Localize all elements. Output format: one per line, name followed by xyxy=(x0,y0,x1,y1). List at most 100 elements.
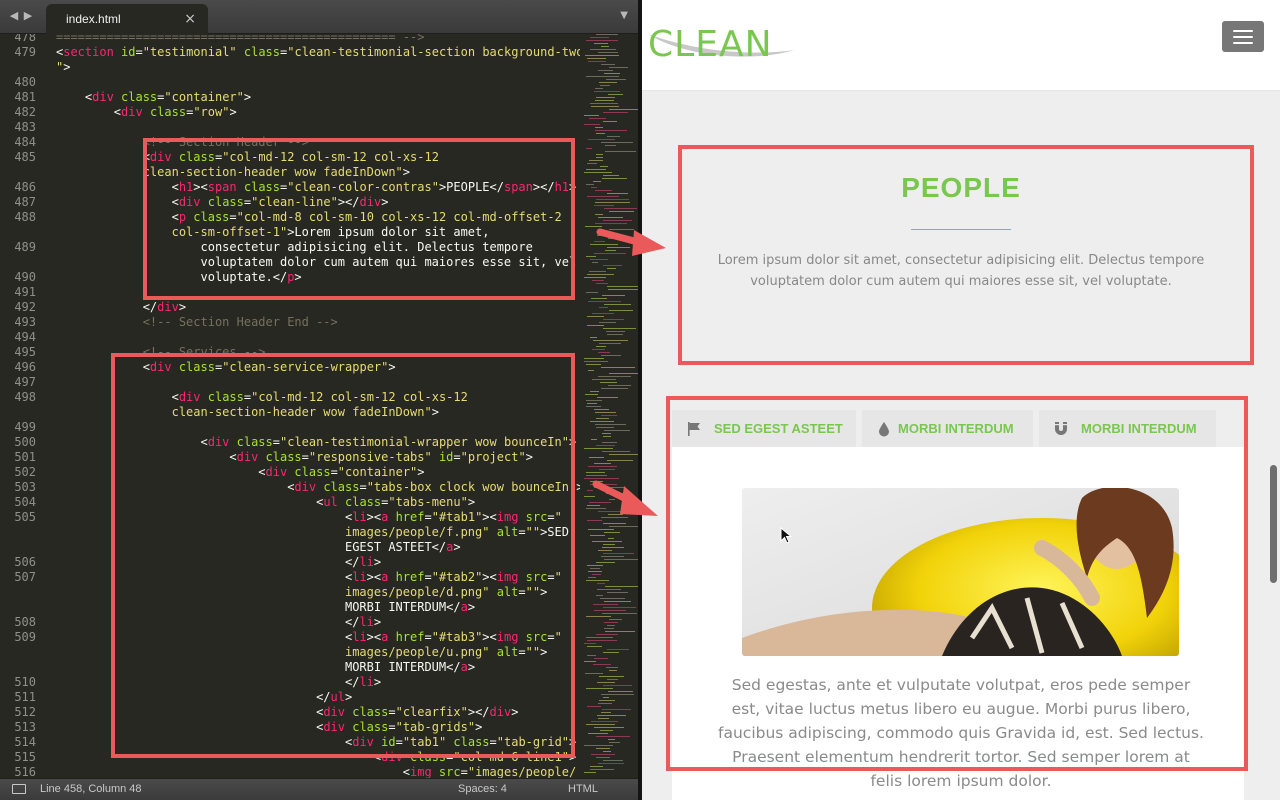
minimap-line xyxy=(586,364,601,365)
code-token: < xyxy=(56,105,122,119)
minimap-line xyxy=(586,169,606,170)
minimap-line xyxy=(596,34,618,35)
line-number: 496 xyxy=(14,360,36,374)
minimap-line xyxy=(601,388,628,389)
code-line[interactable]: 481 <div class="container"> xyxy=(0,90,580,105)
minimap-line xyxy=(603,607,636,608)
annotation-highlight-box xyxy=(111,353,575,758)
minimap-line xyxy=(609,211,634,212)
line-number: 502 xyxy=(14,465,36,479)
minimap-line xyxy=(584,448,613,449)
code-line[interactable]: 516 <img src="images/people/ xyxy=(0,765,580,778)
minimap-line xyxy=(588,577,596,578)
code-line[interactable]: 494 xyxy=(0,330,580,345)
minimap-line xyxy=(593,181,601,182)
code-line[interactable]: 493 <!-- Section Header End --> xyxy=(0,315,580,330)
minimap-line xyxy=(604,532,620,533)
line-number: 483 xyxy=(14,120,36,134)
indentation-setting[interactable]: Spaces: 4 xyxy=(458,783,507,795)
minimap-line xyxy=(601,694,634,695)
code-line[interactable]: 482 <div class="row"> xyxy=(0,105,580,120)
minimap-line xyxy=(602,547,624,548)
minimap-line xyxy=(587,58,606,59)
line-number: 505 xyxy=(14,510,36,524)
site-header: CLEAN xyxy=(642,0,1280,91)
minimap-line xyxy=(586,40,618,41)
close-tab-icon[interactable]: × xyxy=(184,11,196,27)
code-token: "testimonial" xyxy=(142,45,237,59)
code-token: = xyxy=(135,45,143,59)
code-text: <div class="container"> xyxy=(56,90,251,105)
syntax-setting[interactable]: HTML xyxy=(568,783,598,795)
minimap-line xyxy=(607,679,618,680)
line-number: 492 xyxy=(14,300,36,314)
minimap-line xyxy=(590,769,614,770)
code-line[interactable]: 483 xyxy=(0,120,580,135)
minimap-line xyxy=(592,541,622,542)
minimap-line xyxy=(600,730,613,731)
code-token: > xyxy=(243,90,252,104)
code-token: "clean-testimonial-section background-tw… xyxy=(287,45,580,59)
line-number: 508 xyxy=(14,615,36,629)
minimap-line xyxy=(589,160,603,161)
minimap-line xyxy=(598,376,631,377)
title-underline xyxy=(911,229,1011,230)
console-icon[interactable] xyxy=(12,784,26,794)
code-line[interactable]: 492 </div> xyxy=(0,300,580,315)
line-number: 498 xyxy=(14,390,36,404)
code-token: "row" xyxy=(193,105,230,119)
minimap-line xyxy=(609,742,620,743)
minimap-line xyxy=(593,664,611,665)
minimap-line xyxy=(584,115,599,116)
code-line[interactable]: "> xyxy=(0,60,580,75)
minimap-line xyxy=(606,79,626,80)
file-tab[interactable]: index.html × xyxy=(46,4,208,34)
code-token: div xyxy=(157,300,179,314)
minimap-line xyxy=(596,562,615,563)
code-line[interactable]: 478 =====================================… xyxy=(0,34,580,45)
code-text: <div class="row"> xyxy=(56,105,237,120)
line-number: 485 xyxy=(14,150,36,164)
line-number: 486 xyxy=(14,180,36,194)
line-number: 478 xyxy=(14,34,36,44)
minimap-line xyxy=(609,526,638,527)
code-text: <section id="testimonial" class="clean-t… xyxy=(56,45,580,60)
tab-menu-icon[interactable]: ▼ xyxy=(620,10,628,21)
line-number: 479 xyxy=(14,45,36,59)
line-number: 481 xyxy=(14,90,36,104)
nav-forward-icon[interactable]: ▶ xyxy=(22,9,34,23)
code-line[interactable]: 479 <section id="testimonial" class="clea… xyxy=(0,45,580,60)
minimap-line xyxy=(591,298,607,299)
scrollbar-thumb[interactable] xyxy=(1270,465,1277,583)
minimap-line xyxy=(596,418,609,419)
minimap-line xyxy=(589,118,606,119)
line-number: 488 xyxy=(14,210,36,224)
minimap-line xyxy=(596,757,610,758)
minimap-line xyxy=(598,718,609,719)
browser-preview: CLEAN PEOPLE Lorem ipsum dolor sit amet,… xyxy=(642,0,1280,800)
minimap-line xyxy=(597,583,605,584)
minimap-line xyxy=(603,436,611,437)
minimap-line xyxy=(603,760,623,761)
hamburger-menu-button[interactable] xyxy=(1222,21,1264,52)
code-line[interactable]: 480 xyxy=(0,75,580,90)
minimap-line xyxy=(598,217,623,218)
minimap[interactable] xyxy=(580,34,640,778)
annotation-highlight-box xyxy=(666,396,1248,771)
minimap-line xyxy=(598,352,610,353)
minimap-line xyxy=(607,286,638,287)
minimap-line xyxy=(603,553,634,554)
minimap-line xyxy=(591,106,619,107)
minimap-line xyxy=(604,304,631,305)
line-number: 510 xyxy=(14,675,36,689)
minimap-line xyxy=(609,310,633,311)
line-number: 489 xyxy=(14,240,36,254)
minimap-line xyxy=(599,322,616,323)
code-editor[interactable]: ◀ ▶ index.html × ▼ 478 ==================… xyxy=(0,0,640,800)
minimap-line xyxy=(599,82,617,83)
code-text: <!-- Section Header End --> xyxy=(56,315,338,330)
nav-back-icon[interactable]: ◀ xyxy=(8,9,20,23)
site-logo[interactable]: CLEAN xyxy=(648,24,773,65)
code-token: div xyxy=(92,90,114,104)
minimap-line xyxy=(596,199,629,200)
